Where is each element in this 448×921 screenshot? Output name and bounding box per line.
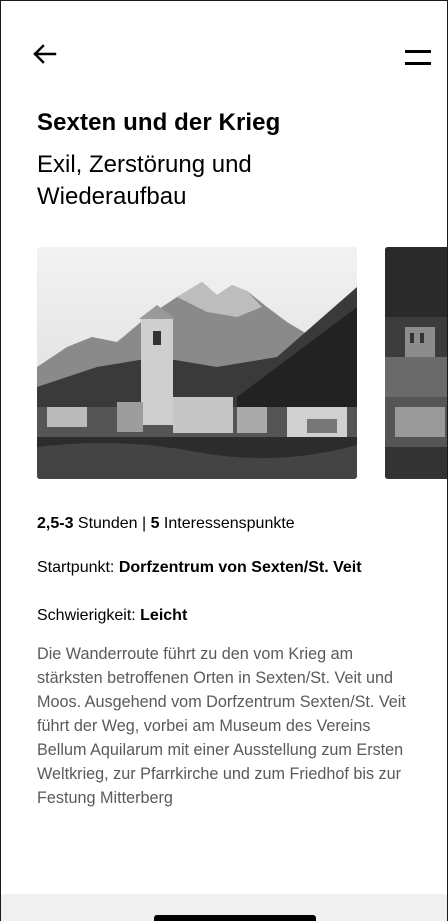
duration-unit: Stunden |: [73, 515, 151, 532]
menu-button[interactable]: [403, 47, 433, 69]
arrow-left-icon: [33, 44, 57, 64]
start-value: Dorfzentrum von Sexten/St. Veit: [118, 559, 362, 576]
top-bar: [1, 1, 447, 101]
tour-stats: 2,5-3 Stunden | 5 Interessenspunkte: [37, 515, 295, 533]
image-gallery[interactable]: [37, 247, 447, 479]
duration-value: 2,5-3: [37, 515, 74, 532]
tour-description: Die Wanderroute führt zu den vom Krieg a…: [37, 645, 406, 807]
poi-label: Interessenspunkte: [159, 515, 295, 532]
start-point: Startpunkt: Dorfzentrum von Sexten/St. V…: [37, 556, 427, 580]
difficulty-value: Leicht: [140, 607, 188, 624]
menu-icon: [405, 50, 431, 65]
photo-church-mountains[interactable]: [37, 247, 357, 479]
page-title: Sexten und der Krieg: [37, 109, 281, 136]
start-label: Startpunkt:: [37, 559, 119, 576]
bottom-bar: [1, 894, 447, 921]
difficulty-label: Schwierigkeit:: [37, 607, 141, 624]
back-button[interactable]: [31, 39, 61, 69]
home-indicator[interactable]: [154, 915, 316, 921]
page-subtitle: Exil, Zerstörung und Wiederaufbau: [37, 151, 252, 210]
difficulty: Schwierigkeit: Leicht: [37, 604, 187, 628]
photo-ruins[interactable]: [385, 247, 447, 479]
